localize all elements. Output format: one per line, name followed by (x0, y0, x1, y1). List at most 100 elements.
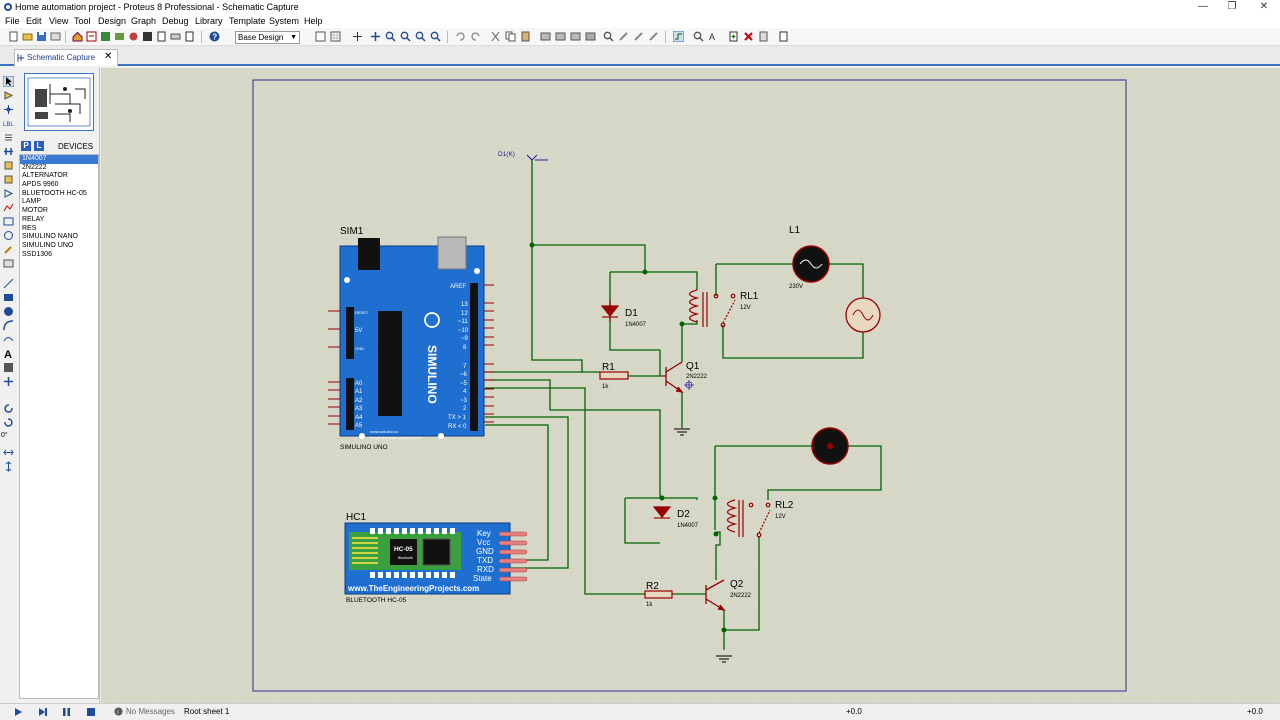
new-file-icon[interactable] (8, 31, 19, 42)
lamp-l1[interactable] (792, 245, 830, 283)
property-assignment-icon[interactable]: A (708, 31, 719, 42)
menu-design[interactable]: Design (98, 16, 126, 26)
block-move-icon[interactable] (555, 31, 566, 42)
text-icon[interactable]: A (3, 348, 14, 359)
instruments-icon[interactable] (3, 258, 14, 269)
cut-icon[interactable] (490, 31, 501, 42)
text-script-icon[interactable] (3, 132, 14, 143)
menu-help[interactable]: Help (304, 16, 323, 26)
block-copy-icon[interactable] (540, 31, 551, 42)
origin-icon[interactable] (352, 31, 363, 42)
3d-view-icon[interactable] (114, 31, 125, 42)
generator-icon[interactable] (3, 230, 14, 241)
menu-edit[interactable]: Edit (26, 16, 42, 26)
layer-select[interactable]: Base Design ▼ (235, 31, 300, 44)
device-item-ssd1306[interactable]: SSD1306 (20, 251, 98, 260)
save-icon[interactable] (36, 31, 47, 42)
menu-graph[interactable]: Graph (131, 16, 156, 26)
messages-status[interactable]: No Messages (126, 707, 175, 716)
motor[interactable] (811, 427, 849, 465)
help-icon[interactable]: ? (209, 31, 220, 42)
device-item-motor[interactable]: MOTOR (20, 207, 98, 216)
menu-file[interactable]: File (5, 16, 20, 26)
device-item-1n4007[interactable]: 1N4007 (20, 155, 98, 164)
stop-icon[interactable] (86, 707, 96, 717)
graph-icon[interactable] (3, 202, 14, 213)
circle-icon[interactable] (3, 306, 14, 317)
buses-icon[interactable] (3, 146, 14, 157)
source-code-icon[interactable] (170, 31, 181, 42)
close-window-button[interactable]: ✕ (1250, 0, 1278, 15)
library-manager-button[interactable]: L (34, 141, 44, 151)
mirror-y-icon[interactable] (3, 461, 14, 472)
decompose-icon[interactable] (648, 31, 659, 42)
copy-icon[interactable] (505, 31, 516, 42)
close-tab-icon[interactable]: ✕ (104, 51, 112, 62)
menu-template[interactable]: Template (229, 16, 266, 26)
pick-devices-button[interactable]: P (21, 141, 31, 151)
pick-device-icon[interactable] (603, 31, 614, 42)
device-item-bluetooth-hc-05[interactable]: BLUETOOTH HC-05 (20, 190, 98, 199)
schematic-canvas[interactable]: D1(K) SIM1 SIMULINO www.arduino.cc bloge… (101, 68, 1280, 703)
packaging-icon[interactable] (633, 31, 644, 42)
pan-icon[interactable] (370, 31, 381, 42)
box-icon[interactable] (3, 292, 14, 303)
ac-source[interactable] (845, 297, 881, 333)
zoom-area-icon[interactable] (430, 31, 441, 42)
device-item-relay[interactable]: RELAY (20, 216, 98, 225)
active-popup-icon[interactable] (3, 216, 14, 227)
device-item-res[interactable]: RES (20, 225, 98, 234)
probe-icon[interactable] (3, 244, 14, 255)
menu-view[interactable]: View (49, 16, 68, 26)
new-sheet-icon[interactable] (728, 31, 739, 42)
device-item-lamp[interactable]: LAMP (20, 198, 98, 207)
selection-mode-icon[interactable] (3, 76, 14, 87)
device-pins-icon[interactable] (3, 188, 14, 199)
component-mode-icon[interactable] (3, 90, 14, 101)
grid-toggle-icon[interactable] (330, 31, 341, 42)
home-icon[interactable] (72, 31, 83, 42)
gerber-icon[interactable] (128, 31, 139, 42)
play-icon[interactable] (14, 707, 23, 717)
paste-icon[interactable] (520, 31, 531, 42)
notes-icon[interactable] (184, 31, 195, 42)
zoom-out-icon[interactable] (400, 31, 411, 42)
remove-sheet-icon[interactable] (743, 31, 754, 42)
rotate-clockwise-icon[interactable] (3, 403, 14, 414)
wire-autorouter-icon[interactable] (673, 31, 684, 42)
device-item-simulino-uno[interactable]: SIMULINO UNO (20, 242, 98, 251)
undo-icon[interactable] (455, 31, 466, 42)
menu-system[interactable]: System (269, 16, 299, 26)
device-item-alternator[interactable]: ALTERNATOR (20, 172, 98, 181)
overview-window[interactable] (24, 73, 94, 131)
menu-tool[interactable]: Tool (74, 16, 91, 26)
pcb-icon[interactable] (100, 31, 111, 42)
design-explorer-icon[interactable] (142, 31, 153, 42)
arduino-simulino-uno[interactable]: SIM1 SIMULINO www.arduino.cc blogembarca… (328, 226, 494, 451)
exit-to-parent-icon[interactable] (758, 31, 769, 42)
tab-schematic-capture[interactable]: Schematic Capture ✕ (14, 49, 118, 66)
bom-icon[interactable] (156, 31, 167, 42)
make-device-icon[interactable] (618, 31, 629, 42)
search-tag-icon[interactable] (693, 31, 704, 42)
junction-dot-icon[interactable] (3, 104, 14, 115)
subcircuit-icon[interactable] (3, 160, 14, 171)
symbol-icon[interactable] (3, 362, 14, 373)
rotate-anticlockwise-icon[interactable] (3, 417, 14, 428)
electrical-rule-check-icon[interactable] (778, 31, 789, 42)
sheet-status[interactable]: Root sheet 1 (184, 707, 229, 716)
marker-icon[interactable] (3, 376, 14, 387)
device-item-apds-9960[interactable]: APDS 9960 (20, 181, 98, 190)
device-item-simulino-nano[interactable]: SIMULINO NANO (20, 233, 98, 242)
minimize-button[interactable]: — (1189, 0, 1217, 15)
step-icon[interactable] (38, 707, 48, 717)
open-folder-icon[interactable] (22, 31, 33, 42)
menu-debug[interactable]: Debug (162, 16, 189, 26)
menu-library[interactable]: Library (195, 16, 223, 26)
block-delete-icon[interactable] (585, 31, 596, 42)
wire-label-icon[interactable]: LBL (3, 118, 14, 129)
redo-icon[interactable] (470, 31, 481, 42)
zoom-all-icon[interactable] (415, 31, 426, 42)
device-item-2n2222[interactable]: 2N2222 (20, 164, 98, 173)
terminals-icon[interactable] (3, 174, 14, 185)
